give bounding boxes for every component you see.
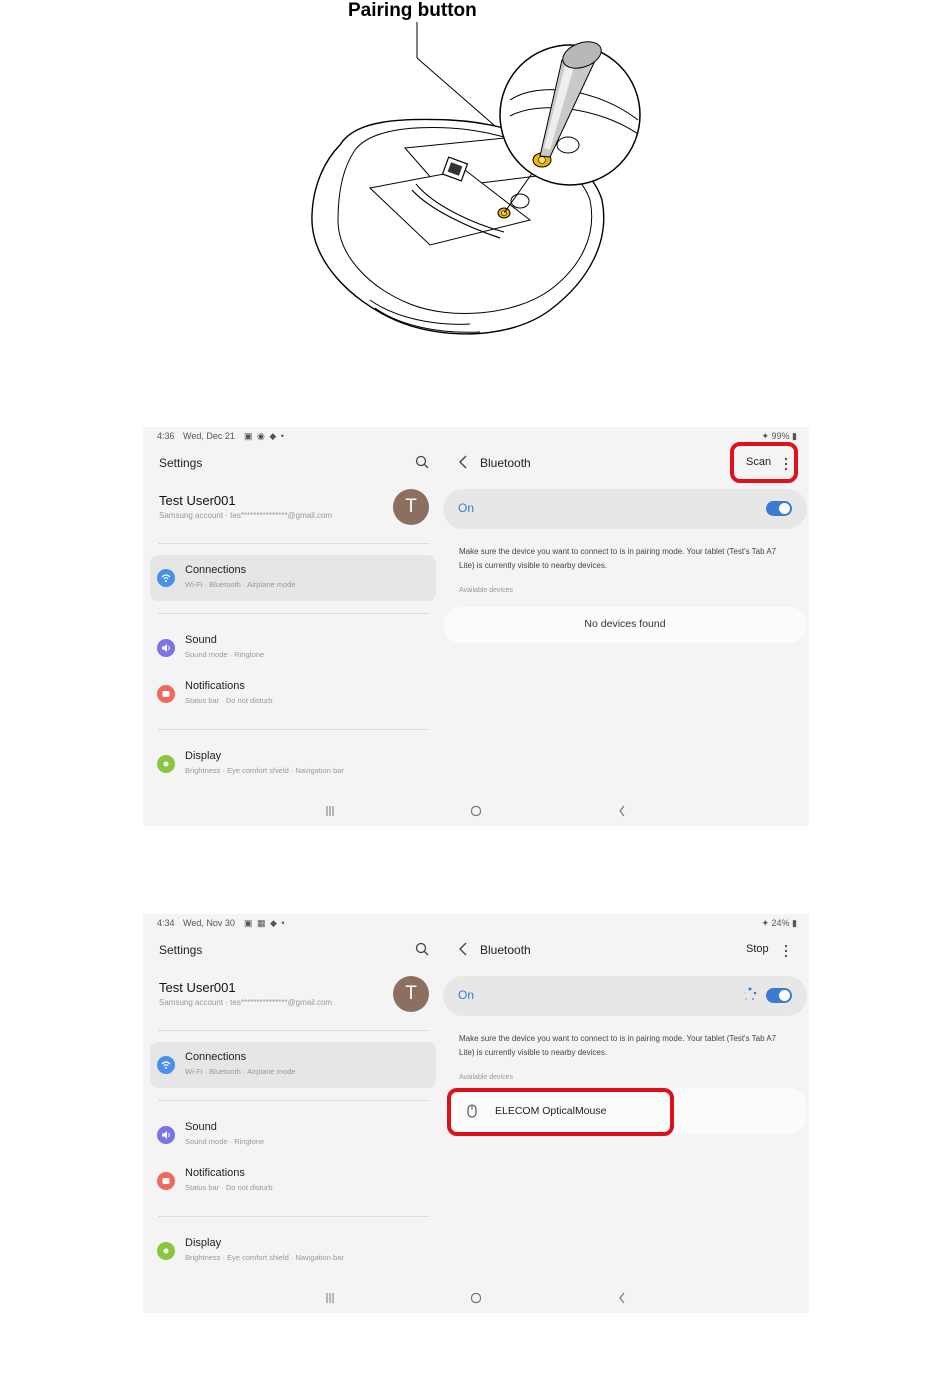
status-date: Wed, Nov 30: [183, 918, 235, 928]
notification-icon: [157, 1172, 175, 1190]
back-arrow-icon[interactable]: [458, 942, 468, 956]
divider: [159, 1216, 429, 1217]
menu-sub: Brightness · Eye comfort shield · Naviga…: [185, 1253, 344, 1262]
divider: [159, 543, 429, 544]
mouse-pairing-illustration: [311, 22, 641, 335]
menu-sub: Sound mode · Ringtone: [185, 650, 265, 659]
scan-highlight: [730, 442, 798, 483]
navigation-bar: [143, 1283, 809, 1313]
bluetooth-toggle-row[interactable]: On: [443, 976, 807, 1016]
page-title: Bluetooth: [480, 456, 531, 470]
toggle-label: On: [458, 501, 475, 515]
settings-panel: Settings Test User001 Samsung account · …: [143, 934, 439, 1283]
account-email: Samsung account · tes***************@gma…: [159, 511, 333, 520]
home-icon[interactable]: [470, 1292, 482, 1304]
menu-label: Connections: [185, 1051, 247, 1063]
device-highlight: [447, 1088, 674, 1136]
pairing-hint: Make sure the device you want to connect…: [459, 1034, 777, 1057]
stop-button[interactable]: Stop: [746, 943, 769, 955]
divider: [159, 1030, 429, 1031]
divider: [159, 729, 429, 730]
home-icon[interactable]: [470, 805, 482, 817]
avatar[interactable]: T: [393, 489, 429, 525]
menu-item-connections[interactable]: Connections Wi-Fi · Bluetooth · Airplane…: [150, 1042, 436, 1088]
more-options-icon[interactable]: [783, 944, 789, 958]
account-email: Samsung account · tes***************@gma…: [159, 998, 333, 1007]
battery-indicator: ✦ 24% ▮: [761, 918, 797, 928]
pairing-hint: Make sure the device you want to connect…: [459, 547, 777, 570]
menu-sub: Wi-Fi · Bluetooth · Airplane mode: [185, 1067, 296, 1076]
settings-title: Settings: [159, 456, 203, 470]
notification-icon: [157, 685, 175, 703]
menu-item-sound[interactable]: Sound Sound mode · Ringtone: [150, 1112, 436, 1158]
speaker-icon: [157, 1126, 175, 1144]
status-bar: 4:36 Wed, Dec 21 ▣ ◉ ◆ • ✦ 99% ▮: [143, 427, 809, 447]
search-icon[interactable]: [415, 455, 429, 469]
account-name[interactable]: Test User001: [159, 980, 236, 995]
bluetooth-toggle[interactable]: [766, 501, 792, 516]
menu-item-display[interactable]: Display Brightness · Eye comfort shield …: [150, 1228, 436, 1274]
menu-label: Sound: [185, 1121, 217, 1133]
account-name[interactable]: Test User001: [159, 493, 236, 508]
notification-icons: ▣ ▦ ◆ •: [244, 918, 286, 928]
tablet-screen-scan: 4:36 Wed, Dec 21 ▣ ◉ ◆ • ✦ 99% ▮ Setting…: [143, 427, 809, 826]
divider: [159, 613, 429, 614]
menu-sub: Wi-Fi · Bluetooth · Airplane mode: [185, 580, 296, 589]
device-list: No devices found: [443, 607, 807, 643]
battery-indicator: ✦ 99% ▮: [761, 431, 797, 441]
menu-label: Display: [185, 1237, 222, 1249]
status-bar: 4:34 Wed, Nov 30 ▣ ▦ ◆ • ✦ 24% ▮: [143, 914, 809, 934]
menu-label: Notifications: [185, 680, 245, 692]
sun-icon: [157, 1242, 175, 1260]
wifi-icon: [157, 1056, 175, 1074]
menu-sub: Status bar · Do not disturb: [185, 1183, 273, 1192]
nav-back-icon[interactable]: [617, 1291, 627, 1305]
settings-title: Settings: [159, 943, 203, 957]
navigation-bar: [143, 796, 809, 826]
bluetooth-toggle[interactable]: [766, 988, 792, 1003]
nav-back-icon[interactable]: [617, 804, 627, 818]
divider: [159, 1100, 429, 1101]
status-time: 4:34: [157, 918, 175, 928]
menu-item-sound[interactable]: Sound Sound mode · Ringtone: [150, 625, 436, 671]
recents-icon[interactable]: [324, 1292, 336, 1304]
settings-panel: Settings Test User001 Samsung account · …: [143, 447, 439, 796]
available-devices-header: Available devices: [459, 587, 513, 594]
status-date: Wed, Dec 21: [183, 431, 235, 441]
wifi-icon: [157, 569, 175, 587]
avatar[interactable]: T: [393, 976, 429, 1012]
menu-sub: Brightness · Eye comfort shield · Naviga…: [185, 766, 344, 775]
search-icon[interactable]: [415, 942, 429, 956]
recents-icon[interactable]: [324, 805, 336, 817]
notification-icons: ▣ ◉ ◆ •: [244, 431, 285, 441]
menu-item-notifications[interactable]: Notifications Status bar · Do not distur…: [150, 1158, 436, 1204]
bluetooth-toggle-row[interactable]: On: [443, 489, 807, 529]
menu-item-display[interactable]: Display Brightness · Eye comfort shield …: [150, 741, 436, 787]
toggle-label: On: [458, 988, 475, 1002]
available-devices-header: Available devices: [459, 1074, 513, 1081]
scanning-spinner-icon: [743, 987, 757, 1001]
menu-label: Notifications: [185, 1167, 245, 1179]
menu-label: Sound: [185, 634, 217, 646]
menu-label: Display: [185, 750, 222, 762]
sun-icon: [157, 755, 175, 773]
illustration-caption: Pairing button: [348, 0, 477, 21]
menu-label: Connections: [185, 564, 247, 576]
menu-item-notifications[interactable]: Notifications Status bar · Do not distur…: [150, 671, 436, 717]
speaker-icon: [157, 639, 175, 657]
menu-sub: Sound mode · Ringtone: [185, 1137, 265, 1146]
menu-item-connections[interactable]: Connections Wi-Fi · Bluetooth · Airplane…: [150, 555, 436, 601]
bluetooth-panel: Bluetooth Scan On Make sure the device y…: [443, 447, 809, 796]
status-time: 4:36: [157, 431, 175, 441]
no-devices-message: No devices found: [584, 618, 666, 630]
back-arrow-icon[interactable]: [458, 455, 468, 469]
menu-sub: Status bar · Do not disturb: [185, 696, 273, 705]
page-title: Bluetooth: [480, 943, 531, 957]
